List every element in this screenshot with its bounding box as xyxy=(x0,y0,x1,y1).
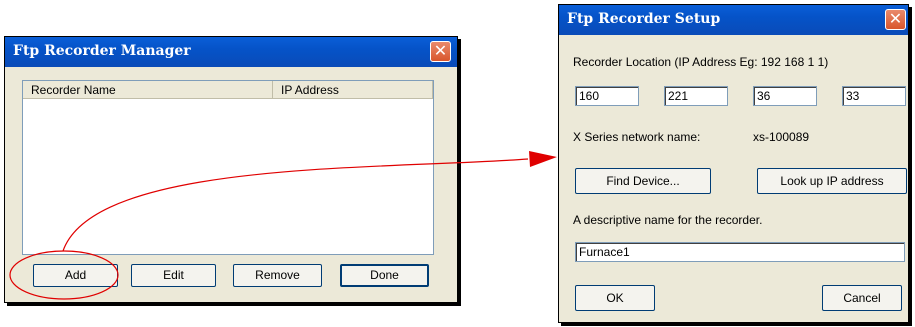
close-icon[interactable]: ✕ xyxy=(430,41,451,62)
network-name-label: X Series network name: xyxy=(573,130,701,144)
description-field[interactable]: Furnace1 xyxy=(575,242,905,262)
manager-titlebar[interactable]: Ftp Recorder Manager ✕ xyxy=(5,37,457,67)
recorder-location-label: Recorder Location (IP Address Eg: 192 16… xyxy=(573,55,829,69)
arrowhead-icon xyxy=(529,151,557,167)
recorder-list[interactable]: Recorder Name IP Address xyxy=(22,80,434,255)
ip-octet-3-field[interactable]: 36 xyxy=(753,86,817,106)
ok-button[interactable]: OK xyxy=(575,285,655,311)
manager-title: Ftp Recorder Manager xyxy=(13,43,191,59)
ip-octet-1-field[interactable]: 160 xyxy=(575,86,639,106)
add-button[interactable]: Add xyxy=(33,264,118,287)
network-name-value: xs-100089 xyxy=(753,130,810,144)
done-button[interactable]: Done xyxy=(340,264,429,287)
close-icon[interactable]: ✕ xyxy=(885,9,906,30)
setup-titlebar[interactable]: Ftp Recorder Setup ✕ xyxy=(559,5,908,35)
recorder-manager-window: Ftp Recorder Manager ✕ Recorder Name IP … xyxy=(4,36,458,303)
setup-title: Ftp Recorder Setup xyxy=(567,11,721,27)
ip-octet-2-field[interactable]: 221 xyxy=(664,86,728,106)
description-label: A descriptive name for the recorder. xyxy=(573,213,763,227)
column-header-ip-address[interactable]: IP Address xyxy=(273,81,433,99)
remove-button[interactable]: Remove xyxy=(233,264,322,287)
column-header-recorder-name[interactable]: Recorder Name xyxy=(23,81,273,99)
recorder-setup-window: Ftp Recorder Setup ✕ Recorder Location (… xyxy=(558,4,909,323)
cancel-button[interactable]: Cancel xyxy=(822,285,902,311)
find-device-button[interactable]: Find Device... xyxy=(575,168,711,194)
lookup-ip-button[interactable]: Look up IP address xyxy=(757,168,907,194)
ip-octet-4-field[interactable]: 33 xyxy=(842,86,906,106)
edit-button[interactable]: Edit xyxy=(131,264,216,287)
